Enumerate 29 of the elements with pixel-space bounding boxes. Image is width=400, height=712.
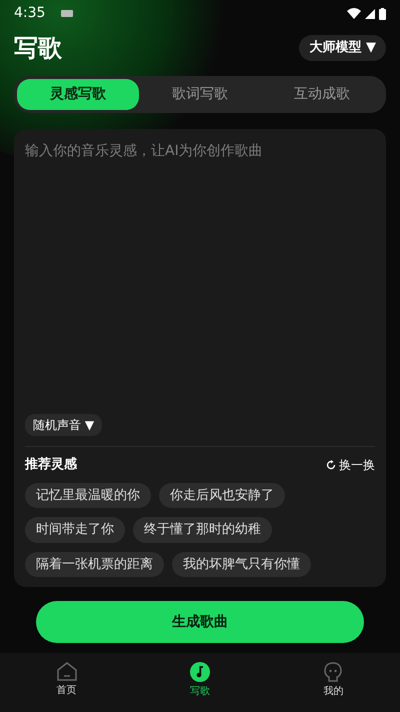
nav-tab[interactable]: 首页	[0, 653, 134, 712]
suggestion-chip[interactable]: 你走后风也安静了	[159, 482, 285, 508]
refresh-button[interactable]: 换一换	[326, 456, 375, 474]
music-note-icon	[190, 662, 210, 682]
suggestion-chip[interactable]: 记忆里最温暖的你	[25, 482, 151, 508]
signal-icon	[365, 8, 375, 18]
voice-dropdown[interactable]: 随机声音 ▼	[25, 414, 102, 436]
tab[interactable]: 灵感写歌	[17, 79, 139, 110]
wifi-icon	[347, 8, 361, 19]
keyboard-icon	[61, 10, 74, 17]
nav-tab[interactable]: 写歌	[133, 653, 267, 712]
nav-tab[interactable]: 我的	[266, 653, 400, 712]
prompt-panel[interactable]: 输入你的音乐灵感，让AI为你创作歌曲 随机声音 ▼ 推荐灵感 换一换 记忆里最温暖的你 你走后风也安静了 时间带走了你 终于懂了那时的幼稚 隔着一张机票的距离 我的坏脾气只有你懂	[14, 129, 386, 587]
generate-button[interactable]: 生成歌曲	[36, 601, 364, 643]
suggestion-chip[interactable]: 终于懂了那时的幼稚	[133, 517, 272, 542]
suggestion-chip[interactable]: 时间带走了你	[25, 517, 125, 542]
section-title: 推荐灵感	[25, 456, 77, 474]
battery-icon	[379, 8, 386, 20]
page-title: 写歌	[14, 33, 62, 64]
suggestion-chip[interactable]: 隔着一张机票的距离	[25, 552, 164, 577]
tab[interactable]: 歌词写歌	[139, 79, 261, 110]
suggestion-chip[interactable]: 我的坏脾气只有你懂	[172, 552, 311, 577]
model-dropdown[interactable]: 大师模型 ▼	[299, 35, 386, 61]
clock-time: 4:35	[14, 4, 46, 23]
tab[interactable]: 互动成歌	[261, 79, 383, 110]
home-icon	[56, 662, 77, 681]
refresh-icon	[326, 460, 336, 470]
profile-icon	[324, 662, 342, 682]
prompt-field[interactable]: 输入你的音乐灵感，让AI为你创作歌曲	[25, 141, 375, 414]
